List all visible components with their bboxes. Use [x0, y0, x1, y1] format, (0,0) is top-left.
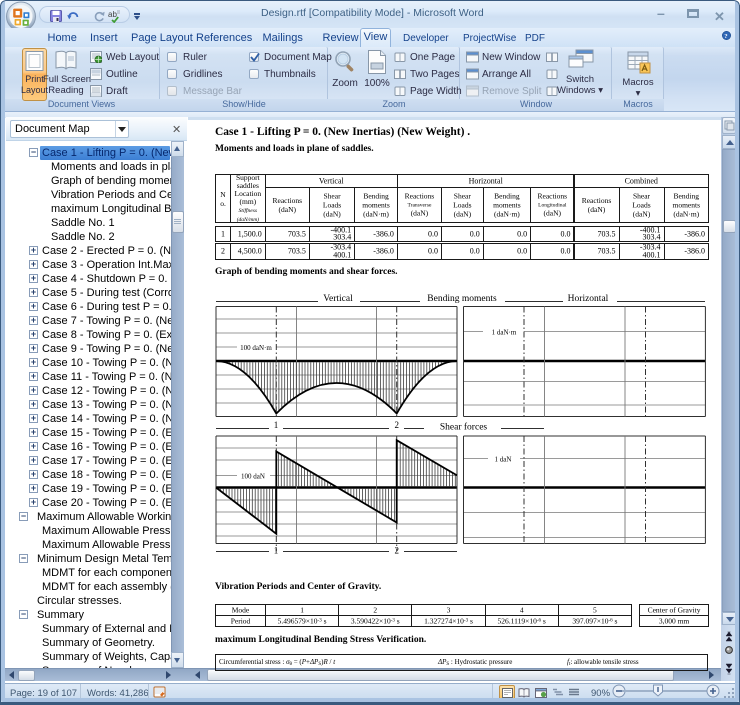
- svg-text:ab: ab: [108, 10, 117, 19]
- svg-text:?: ?: [724, 33, 727, 40]
